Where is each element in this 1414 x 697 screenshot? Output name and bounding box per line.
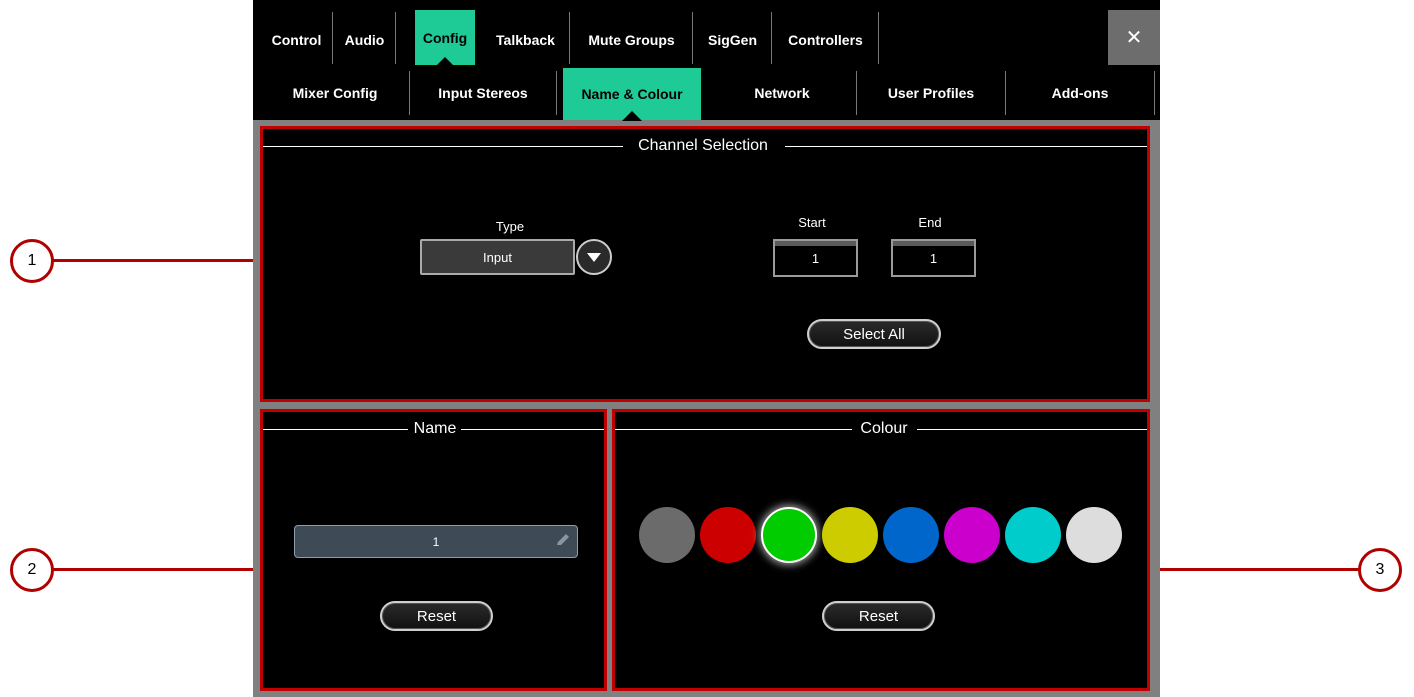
subtab-add-ons[interactable]: Add-ons bbox=[1006, 71, 1155, 115]
colour-reset-label: Reset bbox=[858, 607, 899, 625]
subtab-mixer-config[interactable]: Mixer Config bbox=[261, 71, 410, 115]
pencil-icon bbox=[557, 534, 569, 545]
panel-title: Name bbox=[263, 420, 604, 437]
callout-3-line bbox=[1150, 568, 1360, 571]
end-field[interactable]: 1 bbox=[891, 239, 976, 277]
tab-control[interactable]: Control bbox=[261, 12, 333, 64]
tab-mute-groups[interactable]: Mute Groups bbox=[571, 12, 693, 64]
name-value: 1 bbox=[432, 534, 440, 549]
end-value: 1 bbox=[929, 250, 938, 266]
chevron-down-icon bbox=[587, 253, 601, 262]
colour-swatch-cyan[interactable] bbox=[1005, 507, 1061, 563]
panel-title: Colour bbox=[615, 420, 1147, 437]
select-all-label: Select All bbox=[843, 325, 905, 343]
end-label: End bbox=[918, 215, 942, 230]
name-reset-button[interactable]: Reset bbox=[380, 601, 493, 631]
colour-swatch-red[interactable] bbox=[700, 507, 756, 563]
subtab-user-profiles[interactable]: User Profiles bbox=[857, 71, 1006, 115]
colour-swatch-white[interactable] bbox=[1066, 507, 1122, 563]
subtab-label: Add-ons bbox=[1051, 85, 1109, 101]
tab-label: SigGen bbox=[707, 32, 757, 48]
tab-controllers[interactable]: Controllers bbox=[773, 12, 879, 64]
colour-swatch-yellow[interactable] bbox=[822, 507, 878, 563]
name-input[interactable]: 1 bbox=[294, 525, 578, 558]
tab-audio[interactable]: Audio bbox=[334, 12, 396, 64]
callout-1: 1 bbox=[10, 239, 54, 283]
tab-label: Control bbox=[271, 32, 322, 48]
name-title: Name bbox=[413, 420, 457, 437]
callout-2-line bbox=[52, 568, 262, 571]
subtab-name-colour[interactable]: Name & Colour bbox=[563, 68, 701, 121]
close-icon: ✕ bbox=[1125, 27, 1143, 49]
sub-tab-bar: Mixer Config Input Stereos Name & Colour… bbox=[253, 65, 1160, 121]
subtab-label: Input Stereos bbox=[438, 85, 528, 101]
colour-swatch-green[interactable] bbox=[761, 507, 817, 563]
select-all-button[interactable]: Select All bbox=[807, 319, 941, 349]
subtab-input-stereos[interactable]: Input Stereos bbox=[410, 71, 557, 115]
colour-panel: Colour Reset bbox=[612, 409, 1150, 691]
tab-siggen[interactable]: SigGen bbox=[694, 12, 772, 64]
panel-title: Channel Selection bbox=[263, 137, 1147, 154]
tab-label: Controllers bbox=[788, 32, 863, 48]
start-field[interactable]: 1 bbox=[773, 239, 858, 277]
subtab-label: Name & Colour bbox=[581, 86, 683, 102]
type-label: Type bbox=[495, 219, 525, 234]
tab-label: Audio bbox=[344, 32, 385, 48]
subtab-label: User Profiles bbox=[887, 85, 975, 101]
start-label: Start bbox=[798, 215, 826, 230]
subtab-network[interactable]: Network bbox=[708, 71, 857, 115]
colour-swatch-blue[interactable] bbox=[883, 507, 939, 563]
mixer-screen: Control Audio Config Talkback Mute Group… bbox=[253, 0, 1160, 697]
start-value: 1 bbox=[811, 250, 820, 266]
colour-swatch-magenta[interactable] bbox=[944, 507, 1000, 563]
type-value: Input bbox=[483, 249, 512, 265]
tab-label: Talkback bbox=[496, 32, 555, 48]
callout-1-line bbox=[52, 259, 262, 262]
colour-reset-button[interactable]: Reset bbox=[822, 601, 935, 631]
tab-talkback[interactable]: Talkback bbox=[482, 12, 570, 64]
colour-swatch-grey[interactable] bbox=[639, 507, 695, 563]
name-panel: Name 1 Reset bbox=[260, 409, 607, 691]
channel-selection-panel: Channel Selection Type Input Start 1 End… bbox=[260, 126, 1150, 402]
callout-3: 3 bbox=[1358, 548, 1402, 592]
callout-2: 2 bbox=[10, 548, 54, 592]
name-reset-label: Reset bbox=[416, 607, 457, 625]
tab-config[interactable]: Config bbox=[415, 10, 475, 67]
type-dropdown-button[interactable] bbox=[576, 239, 612, 275]
type-dropdown[interactable]: Input bbox=[420, 239, 575, 275]
colour-title: Colour bbox=[860, 420, 908, 437]
channel-selection-title: Channel Selection bbox=[638, 137, 768, 154]
tab-label: Config bbox=[422, 30, 468, 46]
close-button[interactable]: ✕ bbox=[1108, 10, 1160, 65]
subtab-label: Network bbox=[754, 85, 810, 101]
tab-label: Mute Groups bbox=[588, 32, 675, 48]
main-tab-bar: Control Audio Config Talkback Mute Group… bbox=[253, 0, 1160, 67]
subtab-label: Mixer Config bbox=[292, 85, 378, 101]
